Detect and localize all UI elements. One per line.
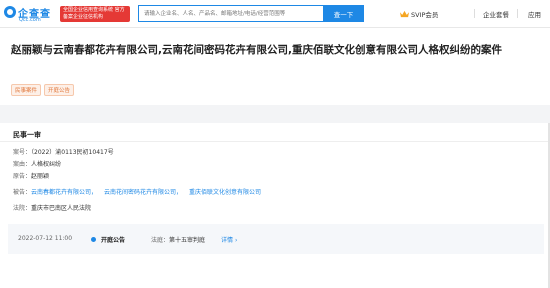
tag-hearing-notice: 开庭公告	[44, 84, 75, 96]
hearing-event: 开庭公告	[101, 237, 126, 244]
hearing-timeline-item: 2022-07-12 11:00 开庭公告 法庭：第十五审判庭 详情 ›	[8, 224, 544, 254]
detail-link[interactable]: 详情 ›	[221, 235, 237, 244]
enterprise-plan-link[interactable]: 企业套餐	[483, 9, 509, 19]
slogan-badge: 全国企业信用查询系统 官方备案企业征信机构	[60, 6, 130, 22]
page-title: 赵丽颖与云南春都花卉有限公司,云南花间密码花卉有限公司,重庆佰联文化创意有限公司…	[11, 44, 502, 56]
case-number-label: 案号：	[13, 149, 32, 156]
search-button[interactable]: 查一下	[323, 5, 364, 22]
plaintiff-value: 赵丽颖	[31, 173, 50, 180]
cause-label: 案由：	[13, 161, 32, 168]
tag-civil-case: 民事案件	[11, 84, 42, 96]
header-divider	[517, 9, 518, 18]
defendant-label: 被告：	[13, 189, 32, 196]
case-detail-card: 民事一审 案号：（2022）渝0113民初10417号 案由：人格权纠纷 原告：…	[0, 123, 550, 288]
case-number-value: （2022）渝0113民初10417号	[31, 149, 114, 156]
svip-label: SVIP会员	[411, 11, 439, 19]
court-label: 法院：	[13, 205, 32, 212]
case-number-row: 案号：（2022）渝0113民初10417号	[13, 147, 114, 156]
plaintiff-row: 原告：赵丽颖	[13, 171, 49, 180]
court-row: 法院：重庆市巴南区人民法院	[13, 203, 91, 212]
timeline-dot-icon	[91, 237, 96, 242]
apps-link[interactable]: 应用	[528, 9, 541, 19]
logo-domain: Qcc.com	[19, 17, 41, 23]
search-input[interactable]	[138, 5, 323, 22]
hearing-datetime: 2022-07-12 11:00	[18, 235, 73, 242]
defendant-link[interactable]: 云南春都花卉有限公司，	[31, 189, 97, 196]
header-divider	[474, 9, 475, 18]
court-value: 重庆市巴南区人民法院	[31, 205, 92, 212]
crown-icon	[400, 10, 409, 18]
section-divider	[0, 141, 550, 142]
plaintiff-label: 原告：	[13, 173, 32, 180]
case-tags: 民事案件 开庭公告	[11, 84, 75, 96]
chevron-right-icon: ›	[234, 237, 238, 244]
defendant-row: 被告：云南春都花卉有限公司， 云南花间密码花卉有限公司， 重庆佰联文化创意有限公司	[13, 187, 268, 196]
courtroom-row: 法庭：第十五审判庭	[151, 235, 205, 244]
svip-link[interactable]: SVIP会员	[400, 9, 438, 19]
section-title: 民事一审	[13, 131, 41, 139]
top-header: 企查查 Qcc.com 全国企业信用查询系统 官方备案企业征信机构 查一下 SV…	[0, 0, 550, 28]
defendant-link[interactable]: 云南花间密码花卉有限公司，	[104, 189, 182, 196]
courtroom-label: 法庭：	[151, 237, 170, 244]
case-header-card: 赵丽颖与云南春都花卉有限公司,云南花间密码花卉有限公司,重庆佰联文化创意有限公司…	[0, 28, 550, 105]
cause-value: 人格权纠纷	[31, 161, 62, 168]
defendant-link[interactable]: 重庆佰联文化创意有限公司	[189, 189, 261, 196]
courtroom-value: 第十五审判庭	[169, 237, 206, 244]
detail-link-label: 详情	[221, 237, 234, 244]
qcc-logo[interactable]: 企查查 Qcc.com	[4, 3, 54, 25]
logo-mark-icon	[4, 6, 16, 18]
cause-row: 案由：人格权纠纷	[13, 159, 61, 168]
